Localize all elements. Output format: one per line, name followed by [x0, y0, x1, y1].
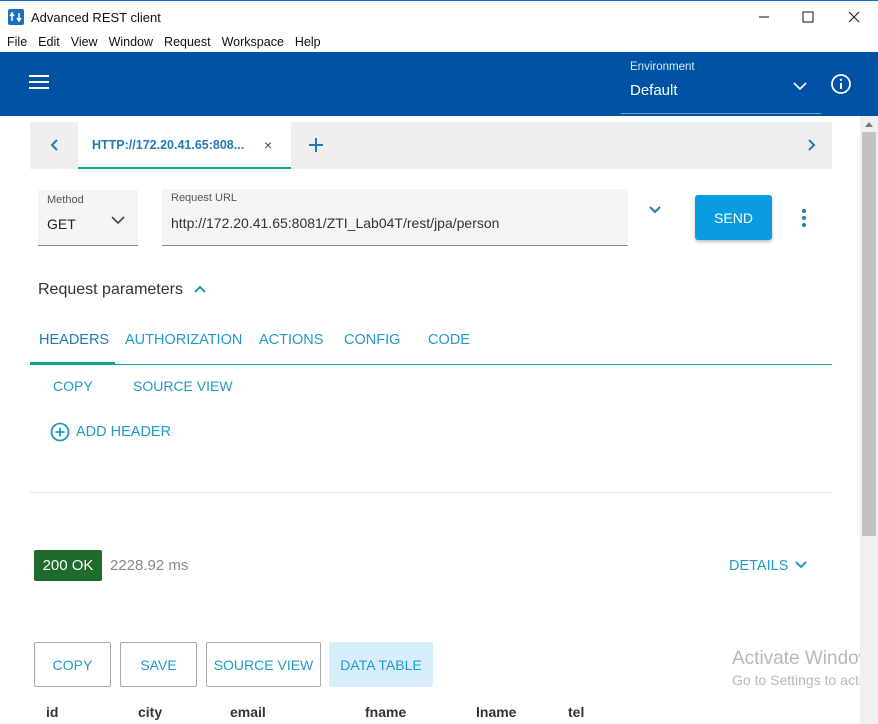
add-tab-icon[interactable] — [306, 135, 326, 155]
app-logo-icon — [8, 9, 24, 25]
chevron-down-icon[interactable] — [110, 212, 126, 228]
maximize-button[interactable] — [785, 1, 831, 33]
scrollbar-thumb[interactable] — [862, 132, 876, 536]
send-button[interactable]: SEND — [695, 195, 772, 240]
url-input[interactable]: Request URL http://172.20.41.65:8081/ZTI… — [162, 189, 628, 246]
tab-actions[interactable]: ACTIONS — [259, 332, 323, 348]
active-tab-indicator — [30, 362, 115, 364]
menu-view[interactable]: View — [71, 32, 98, 52]
tab-close-icon[interactable]: × — [264, 137, 272, 153]
response-time: 2228.92 ms — [110, 557, 189, 574]
response-source-view-button[interactable]: SOURCE VIEW — [206, 642, 321, 687]
add-circle-icon[interactable] — [50, 422, 70, 442]
menu-workspace[interactable]: Workspace — [222, 32, 284, 52]
tab-headers[interactable]: HEADERS — [39, 332, 109, 348]
environment-value: Default — [630, 82, 678, 99]
tab-code[interactable]: CODE — [428, 332, 470, 348]
chevron-up-icon[interactable] — [193, 282, 207, 296]
app-header: Environment Default — [0, 52, 878, 116]
chevron-left-icon[interactable] — [48, 138, 62, 152]
url-label: Request URL — [171, 192, 238, 204]
menu-file[interactable]: File — [7, 32, 27, 52]
response-save-button[interactable]: SAVE — [120, 642, 197, 687]
close-window-button[interactable] — [831, 1, 877, 33]
table-header-email[interactable]: email — [230, 704, 266, 720]
activation-watermark-title: Activate Windows — [732, 648, 860, 669]
request-tab-label: HTTP://172.20.41.65:808... — [92, 138, 245, 152]
menu-icon[interactable] — [29, 75, 49, 93]
headers-copy-button[interactable]: COPY — [53, 378, 93, 394]
table-header-tel[interactable]: tel — [568, 704, 584, 720]
chevron-down-icon[interactable] — [794, 558, 808, 572]
table-header-id[interactable]: id — [46, 704, 58, 720]
add-header-button[interactable]: ADD HEADER — [76, 424, 171, 440]
params-tabs: HEADERS AUTHORIZATION ACTIONS CONFIG COD… — [30, 326, 832, 365]
table-header-lname[interactable]: lname — [476, 704, 516, 720]
environment-selector[interactable]: Environment Default — [621, 58, 821, 114]
tab-config[interactable]: CONFIG — [344, 332, 400, 348]
chevron-down-icon[interactable] — [792, 78, 808, 94]
method-label: Method — [47, 194, 84, 206]
activation-watermark-subtitle: Go to Settings to activate Windows. — [732, 672, 860, 688]
request-parameters-title[interactable]: Request parameters — [38, 281, 183, 299]
main-panel: HTTP://172.20.41.65:808... × Method GET … — [0, 116, 860, 724]
window-title: Advanced REST client — [31, 10, 161, 25]
info-icon[interactable] — [830, 73, 852, 95]
status-badge: 200 OK — [34, 550, 102, 581]
menu-request[interactable]: Request — [164, 32, 211, 52]
minimize-button[interactable] — [741, 1, 787, 33]
response-data-table-button[interactable]: DATA TABLE — [329, 642, 433, 687]
menu-bar: File Edit View Window Request Workspace … — [0, 32, 878, 52]
headers-source-view-button[interactable]: SOURCE VIEW — [133, 378, 233, 394]
menu-edit[interactable]: Edit — [38, 32, 60, 52]
url-expand-chevron-icon[interactable] — [647, 202, 663, 218]
section-divider — [30, 492, 832, 493]
vertical-scrollbar[interactable] — [860, 116, 878, 724]
method-value: GET — [47, 216, 76, 232]
table-header-city[interactable]: city — [138, 704, 162, 720]
title-bar: Advanced REST client — [0, 0, 878, 32]
scroll-up-icon[interactable] — [860, 116, 878, 132]
menu-help[interactable]: Help — [295, 32, 321, 52]
chevron-right-icon[interactable] — [804, 138, 818, 152]
tab-authorization[interactable]: AUTHORIZATION — [125, 332, 242, 348]
method-select[interactable]: Method GET — [38, 190, 138, 246]
request-tab[interactable]: HTTP://172.20.41.65:808... × — [78, 122, 291, 169]
url-value[interactable]: http://172.20.41.65:8081/ZTI_Lab04T/rest… — [171, 215, 499, 231]
request-tab-strip: HTTP://172.20.41.65:808... × — [30, 122, 832, 169]
menu-window[interactable]: Window — [109, 32, 153, 52]
more-vertical-icon[interactable] — [798, 208, 810, 228]
details-toggle[interactable]: DETAILS — [729, 558, 788, 574]
table-header-fname[interactable]: fname — [365, 704, 406, 720]
environment-label: Environment — [630, 61, 695, 73]
response-copy-button[interactable]: COPY — [34, 642, 111, 687]
